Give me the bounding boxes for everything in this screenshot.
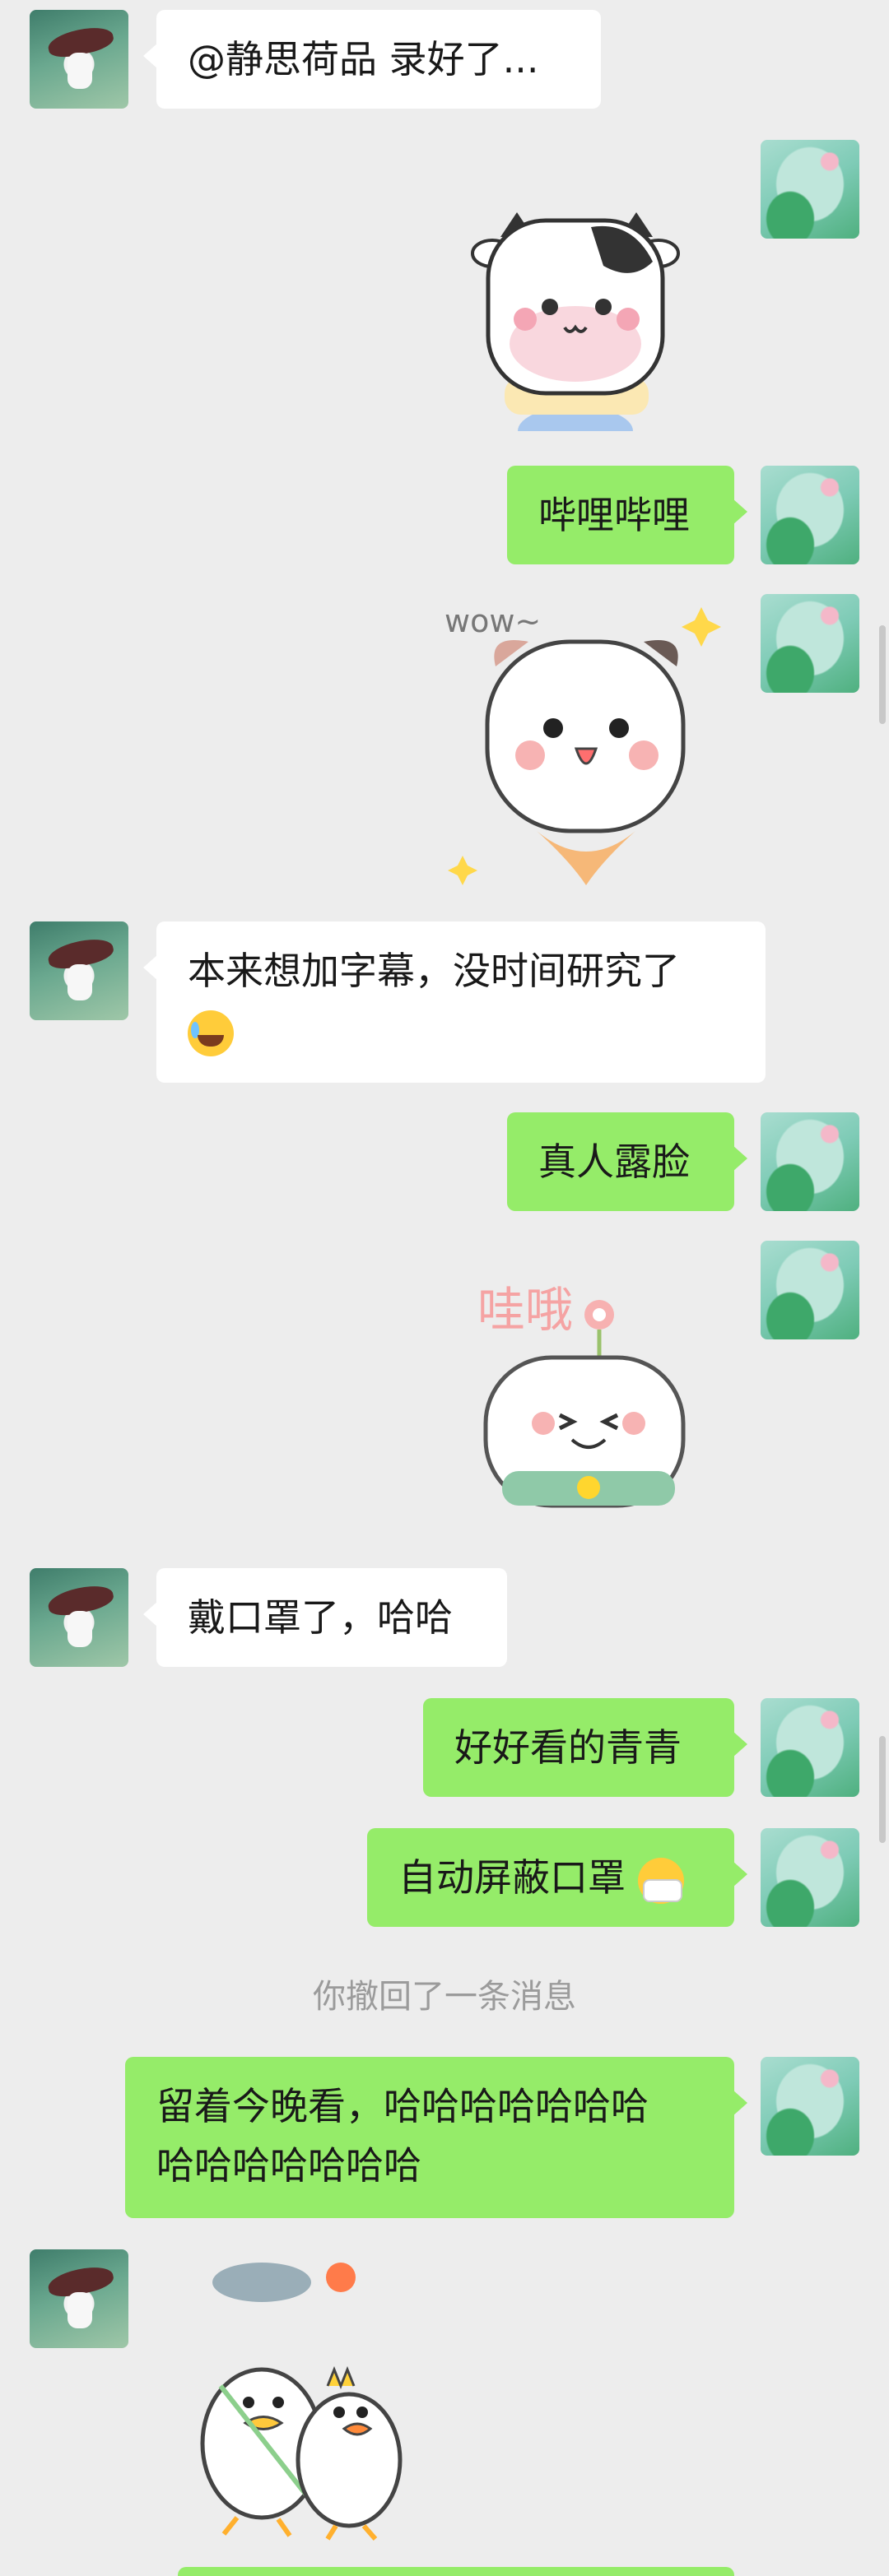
message-text: 好好看的青青 xyxy=(454,1725,682,1770)
wow-cat-sticker-image: wow~ xyxy=(444,603,721,885)
sticker-text: 哇哦 xyxy=(477,1282,573,1338)
message-text: 戴口罩了，哈哈 xyxy=(188,1595,453,1640)
scrollbar-thumb[interactable] xyxy=(879,625,886,724)
contact-avatar[interactable] xyxy=(30,1568,128,1667)
scrollbar-thumb[interactable] xyxy=(879,1736,886,1843)
wa-o-cat-sticker[interactable]: 哇哦 xyxy=(469,1267,708,1514)
cow-sticker-image xyxy=(471,212,680,456)
my-avatar[interactable] xyxy=(761,594,859,693)
message-bubble-outgoing[interactable]: 留着今晚看，哈哈哈哈哈哈哈 哈哈哈哈哈哈哈 xyxy=(125,2057,747,2218)
contact-avatar[interactable] xyxy=(30,921,128,1020)
message-text: @静思荷品 录好了... xyxy=(188,37,539,81)
message-text: 本来想加字幕，没时间研究了 xyxy=(188,949,680,993)
message-bubble-incoming[interactable]: @静思荷品 录好了... xyxy=(143,10,601,109)
my-avatar[interactable] xyxy=(761,1112,859,1211)
contact-avatar[interactable] xyxy=(30,2249,128,2348)
contact-avatar[interactable] xyxy=(30,10,128,109)
message-bubble-outgoing[interactable]: 真人露脸 xyxy=(507,1112,747,1211)
message-bubble-incoming[interactable]: 戴口罩了，哈哈 xyxy=(143,1568,507,1667)
sticker-text: wow~ xyxy=(444,603,541,639)
message-bubble-outgoing[interactable]: 哔哩哔哩 xyxy=(507,466,747,564)
message-bubble-outgoing[interactable]: 好好看的青青 xyxy=(423,1698,747,1797)
message-text: 哔哩哔哩 xyxy=(538,493,690,537)
message-text-line-2: 哈哈哈哈哈哈哈 xyxy=(156,2143,421,2188)
message-bubble-incoming[interactable]: 本来想加字幕，没时间研究了 xyxy=(143,921,766,1083)
my-avatar[interactable] xyxy=(761,466,859,564)
message-text-line-1: 留着今晚看，哈哈哈哈哈哈哈 xyxy=(156,2084,649,2128)
my-avatar[interactable] xyxy=(761,1828,859,1927)
message-bubble-outgoing[interactable]: 自动屏蔽口罩 xyxy=(367,1828,747,1927)
message-text: 自动屏蔽口罩 xyxy=(398,1855,626,1900)
mask-emoji xyxy=(637,1857,684,1904)
wow-cat-sticker[interactable]: wow~ xyxy=(438,592,728,893)
my-avatar[interactable] xyxy=(761,140,859,239)
message-text: 真人露脸 xyxy=(538,1139,690,1184)
wa-o-cat-sticker-image: 哇哦 xyxy=(477,1282,686,1508)
my-avatar[interactable] xyxy=(761,2057,859,2156)
laughing-tears-emoji xyxy=(188,1010,234,1056)
ducks-walking-sticker-image xyxy=(200,2263,403,2541)
ducks-walking-sticker[interactable] xyxy=(188,2254,418,2542)
system-message-recalled: 你撤回了一条消息 xyxy=(313,1978,576,2016)
message-bubble-outgoing-partial[interactable] xyxy=(178,2567,734,2576)
cow-sticker[interactable] xyxy=(468,204,683,456)
my-avatar[interactable] xyxy=(761,1698,859,1797)
my-avatar[interactable] xyxy=(761,1241,859,1339)
